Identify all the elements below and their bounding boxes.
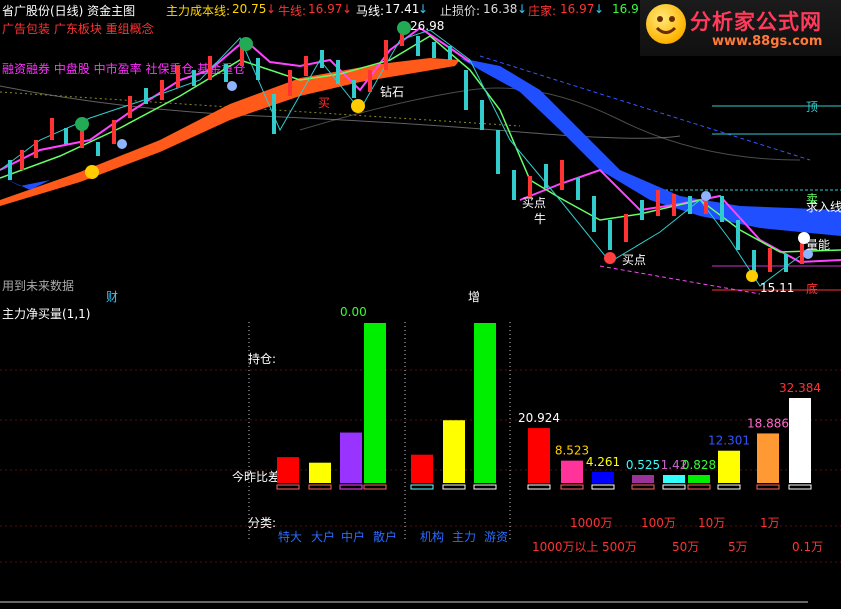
amount-value-label: 0.828 bbox=[682, 458, 716, 472]
amount-bar bbox=[592, 471, 614, 483]
bull-signal-label: 牛 bbox=[534, 212, 547, 226]
diff-bar bbox=[339, 484, 363, 490]
group-bar bbox=[443, 420, 465, 483]
buy-point-label-2: 买点 bbox=[622, 253, 647, 267]
holding-bar bbox=[309, 462, 331, 483]
amount-500w: 500万 bbox=[602, 540, 637, 554]
amount-100w: 100万 bbox=[641, 516, 676, 530]
amount-bar bbox=[789, 398, 811, 483]
diff-bar bbox=[527, 484, 551, 490]
category-medium: 中户 bbox=[341, 530, 366, 544]
category-extra-large: 特大 bbox=[278, 530, 303, 544]
amount-10w: 10万 bbox=[698, 516, 726, 530]
category-hot-money: 游资 bbox=[484, 530, 509, 544]
diff-bar bbox=[308, 484, 332, 490]
diff-bar bbox=[662, 484, 686, 490]
amount-bar bbox=[718, 450, 740, 483]
low-price-label: 15.11 bbox=[760, 281, 795, 295]
diff-bar bbox=[560, 484, 584, 490]
amount-bar bbox=[663, 475, 685, 483]
amount-value-label: 12.301 bbox=[708, 434, 750, 448]
category-retail: 散户 bbox=[373, 530, 398, 544]
future-data-note: 用到未来数据 bbox=[2, 279, 75, 293]
holding-bar bbox=[277, 457, 299, 483]
diff-bar bbox=[410, 484, 434, 490]
amount-bar bbox=[632, 475, 654, 483]
diff-bar bbox=[788, 484, 812, 490]
diff-bar bbox=[717, 484, 741, 490]
bottom-label: 底 bbox=[806, 282, 819, 296]
net-buy-chart: 20.9248.5234.261 0.525 1.420.82812.30118.8… bbox=[0, 322, 841, 603]
price-chart[interactable] bbox=[0, 0, 841, 300]
amount-bar bbox=[688, 475, 710, 483]
amount-value-label: 20.924 bbox=[518, 411, 560, 425]
diff-bar bbox=[631, 484, 655, 490]
diff-bar bbox=[276, 484, 300, 490]
holding-bar bbox=[364, 323, 386, 483]
amount-value-label: 4.261 bbox=[586, 455, 620, 469]
diff-bar bbox=[442, 484, 466, 490]
amount-1w: 1万 bbox=[760, 516, 780, 530]
diff-bar bbox=[756, 484, 780, 490]
amount-5w: 5万 bbox=[728, 540, 748, 554]
category-institution: 机构 bbox=[420, 530, 445, 544]
amount-1000w: 1000万 bbox=[570, 516, 613, 530]
amount-bar bbox=[528, 428, 550, 483]
amount-value-label: 0.525 bbox=[626, 458, 660, 472]
amount-50w: 50万 bbox=[672, 540, 700, 554]
category-large: 大户 bbox=[311, 530, 336, 544]
amount-0-1w: 0.1万 bbox=[792, 540, 824, 554]
amount-value-label: 8.523 bbox=[555, 444, 589, 458]
category-main-force: 主力 bbox=[452, 530, 477, 544]
diamond-signal-label: 钻石 bbox=[380, 85, 405, 99]
amount-bar bbox=[561, 460, 583, 483]
entry-line-label: 求入线 bbox=[806, 200, 841, 214]
diff-bar bbox=[363, 484, 387, 490]
volume-energy-label: 量能 bbox=[806, 238, 831, 252]
group-bar bbox=[474, 323, 496, 483]
diff-bar bbox=[591, 484, 615, 490]
amount-value-label: 32.384 bbox=[779, 381, 821, 395]
amount-above-1000w: 1000万以上 bbox=[532, 540, 599, 554]
amount-bar bbox=[757, 433, 779, 483]
buy-point-label-1: 买点 bbox=[522, 196, 547, 210]
buy-signal-label: 买 bbox=[318, 96, 331, 110]
peak-price-label: 26.98 bbox=[410, 19, 445, 33]
group-bar bbox=[411, 454, 433, 483]
top-label: 顶 bbox=[806, 100, 819, 114]
amount-value-label: 18.886 bbox=[747, 416, 789, 430]
diff-bar bbox=[687, 484, 711, 490]
holding-bar bbox=[340, 432, 362, 483]
diff-bar bbox=[473, 484, 497, 490]
